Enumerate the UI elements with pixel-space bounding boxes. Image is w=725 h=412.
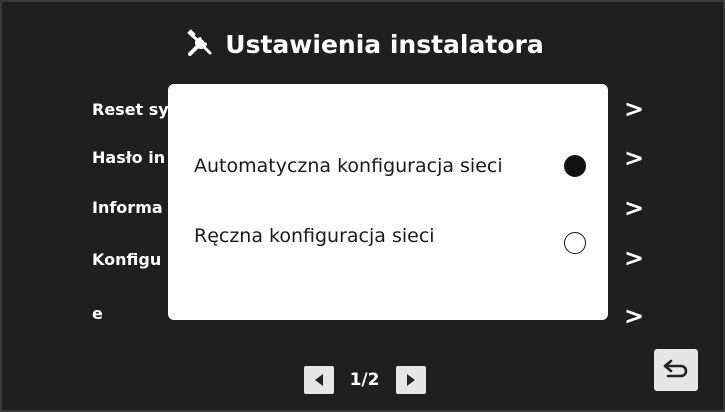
menu-item-password[interactable]: Hasło in — [92, 148, 165, 167]
triangle-right-icon — [406, 374, 415, 386]
chevron-right-icon[interactable]: > — [624, 246, 644, 270]
back-button[interactable] — [654, 349, 698, 391]
radio-selected-icon[interactable] — [564, 155, 586, 177]
menu-item-information[interactable]: Informa — [92, 198, 163, 217]
return-arrow-icon — [663, 359, 688, 378]
option-manual-network-config[interactable]: Ręczna konfiguracja sieci — [194, 218, 586, 254]
menu-item-reset[interactable]: Reset sy — [92, 100, 169, 119]
page-indicator: 1/2 — [349, 370, 380, 390]
option-label: Automatyczna konfiguracja sieci — [194, 155, 503, 177]
installer-settings-screen: Ustawienia instalatora Reset sy Hasło in… — [0, 0, 725, 412]
next-page-button[interactable] — [395, 366, 426, 394]
header: Ustawienia instalatora — [2, 24, 725, 64]
triangle-left-icon — [314, 374, 323, 386]
page-title: Ustawienia instalatora — [225, 29, 544, 59]
menu-item-configuration[interactable]: Konfigu — [92, 250, 161, 269]
option-label: Ręczna konfiguracja sieci — [194, 225, 435, 247]
option-automatic-network-config[interactable]: Automatyczna konfiguracja sieci — [194, 148, 586, 184]
chevron-right-icon[interactable]: > — [624, 304, 644, 328]
tools-icon — [185, 29, 215, 59]
chevron-right-icon[interactable]: > — [624, 97, 644, 121]
pagination: 1/2 — [2, 366, 725, 394]
chevron-right-icon[interactable]: > — [624, 146, 644, 170]
menu-item-e[interactable]: e — [92, 304, 103, 323]
chevron-right-icon[interactable]: > — [624, 196, 644, 220]
radio-unselected-icon[interactable] — [564, 232, 586, 254]
network-config-dialog: Automatyczna konfiguracja sieci Ręczna k… — [168, 84, 608, 320]
prev-page-button[interactable] — [303, 366, 334, 394]
